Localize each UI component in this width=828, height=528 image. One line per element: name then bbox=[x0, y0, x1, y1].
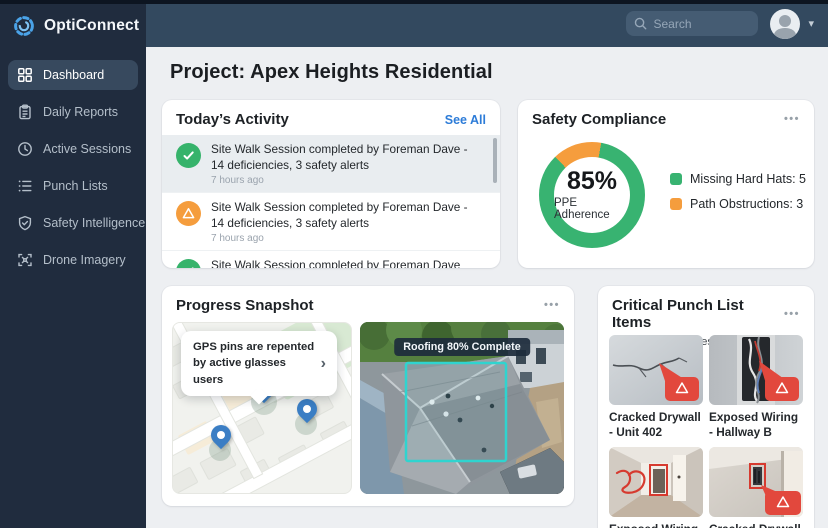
shield-check-icon bbox=[17, 215, 33, 231]
gps-map[interactable]: GPS pins are repented by active glasses … bbox=[172, 322, 352, 494]
todays-activity-card: Today’s Activity See All Site Walk Sessi… bbox=[162, 100, 500, 268]
drone-scan-icon bbox=[17, 252, 33, 268]
activity-item[interactable]: Site Walk Session completed by Foreman D… bbox=[162, 135, 500, 192]
map-road bbox=[172, 408, 352, 494]
card-title: Today’s Activity bbox=[176, 111, 289, 128]
sidebar-item-label: Drone Imagery bbox=[43, 253, 126, 267]
clipboard-icon bbox=[17, 104, 33, 120]
legend-swatch-green bbox=[670, 173, 682, 185]
activity-text: Site Walk Session completed by Foreman D… bbox=[211, 200, 478, 231]
card-menu-button[interactable]: ••• bbox=[784, 309, 800, 320]
sidebar-item-safety-intelligence[interactable]: Safety Intelligence bbox=[8, 208, 138, 238]
chevron-right-icon[interactable]: › bbox=[321, 355, 329, 373]
sidebar-item-label: Dashboard bbox=[43, 68, 104, 82]
card-title: Critical Punch List Items bbox=[612, 297, 784, 331]
safety-compliance-card: Safety Compliance ••• 85% PPE Adherence … bbox=[518, 100, 814, 268]
drone-photo: Roofing 80% Complete bbox=[360, 322, 564, 494]
donut-center-label: PPE Adherence bbox=[554, 197, 630, 221]
search-icon bbox=[634, 17, 647, 30]
sidebar-item-punch-lists[interactable]: Punch Lists bbox=[8, 171, 138, 201]
activity-text: Site Walk Session completed by Foreman D… bbox=[211, 258, 460, 268]
check-circle-icon bbox=[176, 143, 201, 168]
punch-caption: Exposed Wiring - bbox=[609, 522, 703, 528]
sidebar-item-label: Safety Intelligence bbox=[43, 216, 145, 230]
clock-icon bbox=[17, 141, 33, 157]
punch-caption: Cracked Drywall - Unit 402 bbox=[609, 410, 703, 440]
ppe-donut-chart: 85% PPE Adherence bbox=[539, 142, 645, 248]
exposed-wiring-photo bbox=[709, 335, 803, 405]
topbar: ▾ bbox=[146, 0, 828, 47]
legend-item: Path Obstructions: 3 bbox=[670, 197, 806, 211]
avatar[interactable] bbox=[770, 9, 800, 39]
critical-punch-list-card: Critical Punch List Items ••• High-sever… bbox=[598, 286, 814, 528]
activity-item[interactable]: Site Walk Session completed by Foreman D… bbox=[162, 192, 500, 250]
activity-time: 7 hours ago bbox=[211, 175, 478, 186]
hallway-object-photo bbox=[709, 447, 803, 517]
main-content: Project: Apex Heights Residential Today’… bbox=[146, 47, 828, 528]
sidebar-item-active-sessions[interactable]: Active Sessions bbox=[8, 134, 138, 164]
grid-icon bbox=[17, 67, 33, 83]
brand: OptiConnect bbox=[0, 0, 146, 50]
chevron-down-icon[interactable]: ▾ bbox=[808, 17, 814, 30]
tooltip-line-2: by active glasses users bbox=[193, 357, 286, 385]
brand-name: OptiConnect bbox=[44, 17, 139, 35]
punch-item[interactable]: Exposed Wiring - bbox=[609, 447, 703, 528]
punch-caption: Cracked Drywall - bbox=[709, 522, 803, 528]
sidebar-item-label: Active Sessions bbox=[43, 142, 131, 156]
app-window: OptiConnect Dashboard Daily Reports bbox=[0, 0, 828, 528]
punch-item[interactable]: Cracked Drywall - bbox=[709, 447, 803, 528]
activity-text: Site Walk Session completed by Foreman D… bbox=[211, 142, 478, 173]
activity-time: 7 hours ago bbox=[211, 233, 478, 244]
warning-triangle-icon bbox=[176, 201, 201, 226]
card-title: Safety Compliance bbox=[532, 111, 666, 128]
hallway-annotated-photo bbox=[609, 447, 703, 517]
legend-swatch-orange bbox=[670, 198, 682, 210]
search bbox=[626, 11, 758, 36]
punch-item[interactable]: Exposed Wiring - Hallway B bbox=[709, 335, 803, 440]
punch-item[interactable]: Cracked Drywall - Unit 402 bbox=[609, 335, 703, 440]
opticonnect-logo-icon bbox=[12, 14, 36, 38]
tooltip-line-1: GPS pins are repented bbox=[193, 341, 314, 353]
list-icon bbox=[17, 178, 33, 194]
sidebar: OptiConnect Dashboard Daily Reports bbox=[0, 0, 146, 528]
sidebar-item-label: Punch Lists bbox=[43, 179, 108, 193]
cracked-drywall-photo bbox=[609, 335, 703, 405]
sidebar-item-daily-reports[interactable]: Daily Reports bbox=[8, 97, 138, 127]
legend-item: Missing Hard Hats: 5 bbox=[670, 172, 806, 186]
see-all-link[interactable]: See All bbox=[445, 113, 486, 127]
page-title: Project: Apex Heights Residential bbox=[170, 61, 493, 84]
scrollbar-thumb[interactable] bbox=[493, 138, 497, 183]
progress-snapshot-card: Progress Snapshot ••• bbox=[162, 286, 574, 506]
punch-grid: Cracked Drywall - Unit 402 bbox=[609, 335, 803, 528]
donut-center-value: 85% bbox=[567, 169, 617, 194]
card-title: Progress Snapshot bbox=[176, 297, 314, 314]
check-circle-icon bbox=[176, 259, 201, 268]
sidebar-item-drone-imagery[interactable]: Drone Imagery bbox=[8, 245, 138, 275]
roofing-bounding-box bbox=[406, 363, 506, 461]
map-tooltip[interactable]: GPS pins are repented by active glasses … bbox=[181, 331, 337, 396]
card-menu-button[interactable]: ••• bbox=[544, 300, 560, 311]
window-chrome-strip bbox=[0, 0, 828, 4]
sidebar-item-dashboard[interactable]: Dashboard bbox=[8, 60, 138, 90]
activity-item[interactable]: Site Walk Session completed by Foreman D… bbox=[162, 250, 500, 268]
punch-caption: Exposed Wiring - Hallway B bbox=[709, 410, 803, 440]
person-icon bbox=[779, 15, 791, 27]
sidebar-item-label: Daily Reports bbox=[43, 105, 118, 119]
roofing-progress-badge: Roofing 80% Complete bbox=[394, 338, 530, 356]
chart-legend: Missing Hard Hats: 5 Path Obstructions: … bbox=[670, 172, 806, 211]
card-menu-button[interactable]: ••• bbox=[784, 114, 800, 125]
sidebar-nav: Dashboard Daily Reports Active Sessions bbox=[0, 50, 146, 285]
